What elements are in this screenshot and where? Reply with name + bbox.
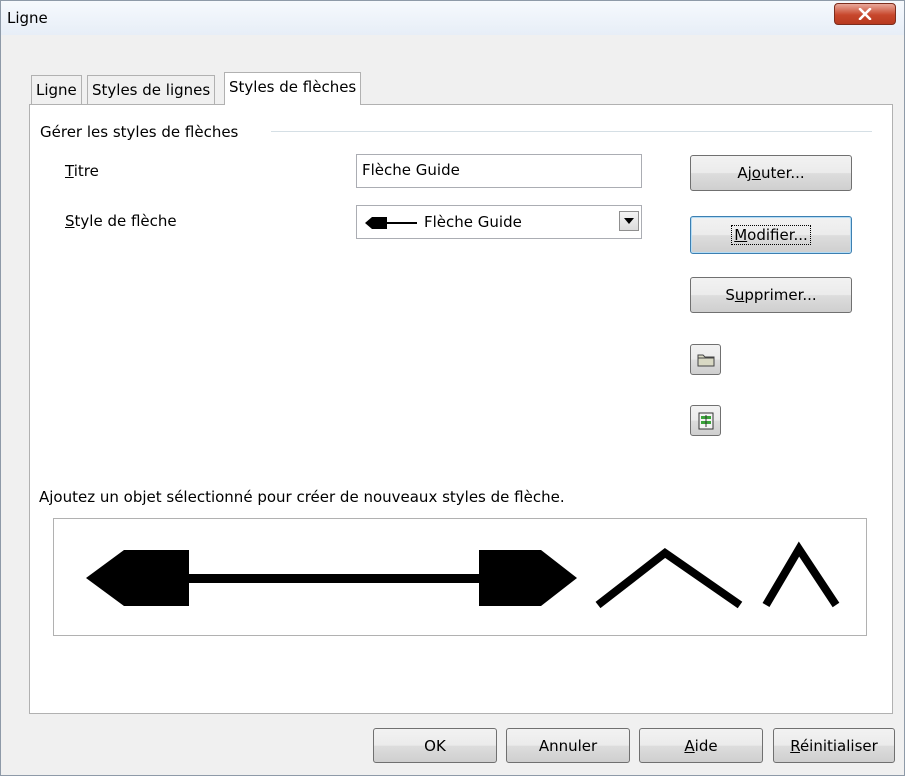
tab-styles-de-lignes[interactable]: Styles de lignes	[87, 75, 216, 105]
ok-button[interactable]: OK	[373, 728, 497, 763]
title-bar[interactable]: Ligne	[1, 1, 904, 35]
help-button[interactable]: Aide	[639, 728, 763, 763]
ok-button-label: OK	[424, 736, 446, 755]
title-input[interactable]: Flèche Guide	[356, 154, 642, 188]
group-separator	[271, 131, 872, 132]
tab-ligne[interactable]: Ligne	[31, 75, 82, 105]
arrow-preview-icon	[365, 217, 417, 229]
tab-ligne-label: Ligne	[36, 81, 77, 99]
reset-button[interactable]: Réinitialiser	[773, 728, 895, 763]
modify-button[interactable]: Modifier...	[690, 216, 852, 254]
close-button[interactable]	[834, 3, 896, 25]
arrow-style-label: Style de flèche	[65, 212, 177, 230]
load-arrow-styles-button[interactable]	[690, 344, 721, 375]
help-button-label: Aide	[684, 736, 718, 755]
tab-styles-de-fleches-label: Styles de flèches	[229, 78, 357, 96]
save-arrow-styles-icon	[698, 412, 713, 429]
close-icon	[858, 8, 872, 20]
dialog-window: Ligne Ligne Styles de lignes Styles de f…	[0, 0, 905, 776]
modify-button-label: Modifier...	[731, 225, 811, 245]
dropdown-button[interactable]	[619, 211, 639, 231]
folder-icon	[697, 354, 714, 367]
group-title: Gérer les styles de flèches	[40, 123, 239, 141]
arrow-preview-area	[53, 518, 867, 636]
delete-button[interactable]: Supprimer...	[690, 277, 852, 313]
arrow-style-value: Flèche Guide	[424, 213, 522, 231]
reset-button-label: Réinitialiser	[790, 736, 878, 755]
chevron-down-icon	[624, 218, 634, 224]
tab-styles-de-lignes-label: Styles de lignes	[92, 81, 211, 99]
arrow-style-preview	[86, 541, 840, 609]
save-arrow-styles-button[interactable]	[690, 405, 721, 436]
title-input-value: Flèche Guide	[362, 161, 460, 179]
title-field-label: Titre	[65, 162, 99, 180]
window-title: Ligne	[7, 9, 48, 27]
add-button-label: Ajouter...	[737, 164, 805, 182]
guide-arrow-preview	[86, 550, 577, 606]
delete-button-label: Supprimer...	[725, 286, 817, 304]
narrow-open-arrow-preview	[762, 541, 840, 608]
cancel-button-label: Annuler	[538, 736, 598, 755]
add-button[interactable]: Ajouter...	[690, 155, 852, 191]
arrow-style-select[interactable]: Flèche Guide	[356, 205, 642, 239]
hint-text: Ajoutez un objet sélectionné pour créer …	[39, 488, 565, 506]
wide-open-arrow-preview	[595, 548, 743, 609]
tab-styles-de-fleches[interactable]: Styles de flèches	[224, 72, 362, 105]
cancel-button[interactable]: Annuler	[506, 728, 630, 763]
